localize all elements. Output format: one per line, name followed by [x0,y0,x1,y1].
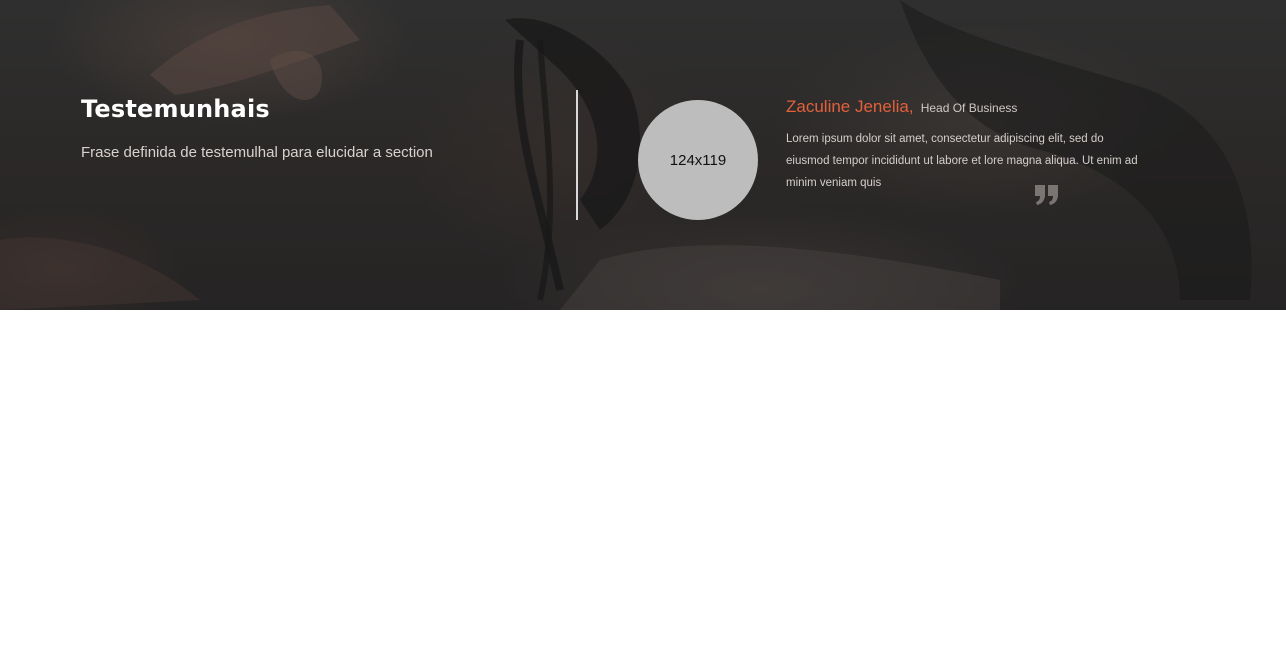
testimonials-section: Testemunhais Frase definida de testemulh… [0,0,1286,310]
section-subtitle: Frase definida de testemulhal para eluci… [81,144,433,161]
section-title: Testemunhais [81,95,270,123]
testimonial-quote: Lorem ipsum dolor sit amet, consectetur … [786,133,1138,189]
author-name: Zaculine Jenelia [786,97,909,116]
author-separator: , [908,97,914,116]
avatar-placeholder-label: 124x119 [669,151,727,169]
vertical-divider [576,90,578,220]
author-role: Head Of Business [920,101,1018,115]
quote-icon [1035,185,1058,205]
testimonial-author: Zaculine Jenelia, Head Of Business [786,97,1017,117]
avatar: 124x119 [638,100,758,220]
